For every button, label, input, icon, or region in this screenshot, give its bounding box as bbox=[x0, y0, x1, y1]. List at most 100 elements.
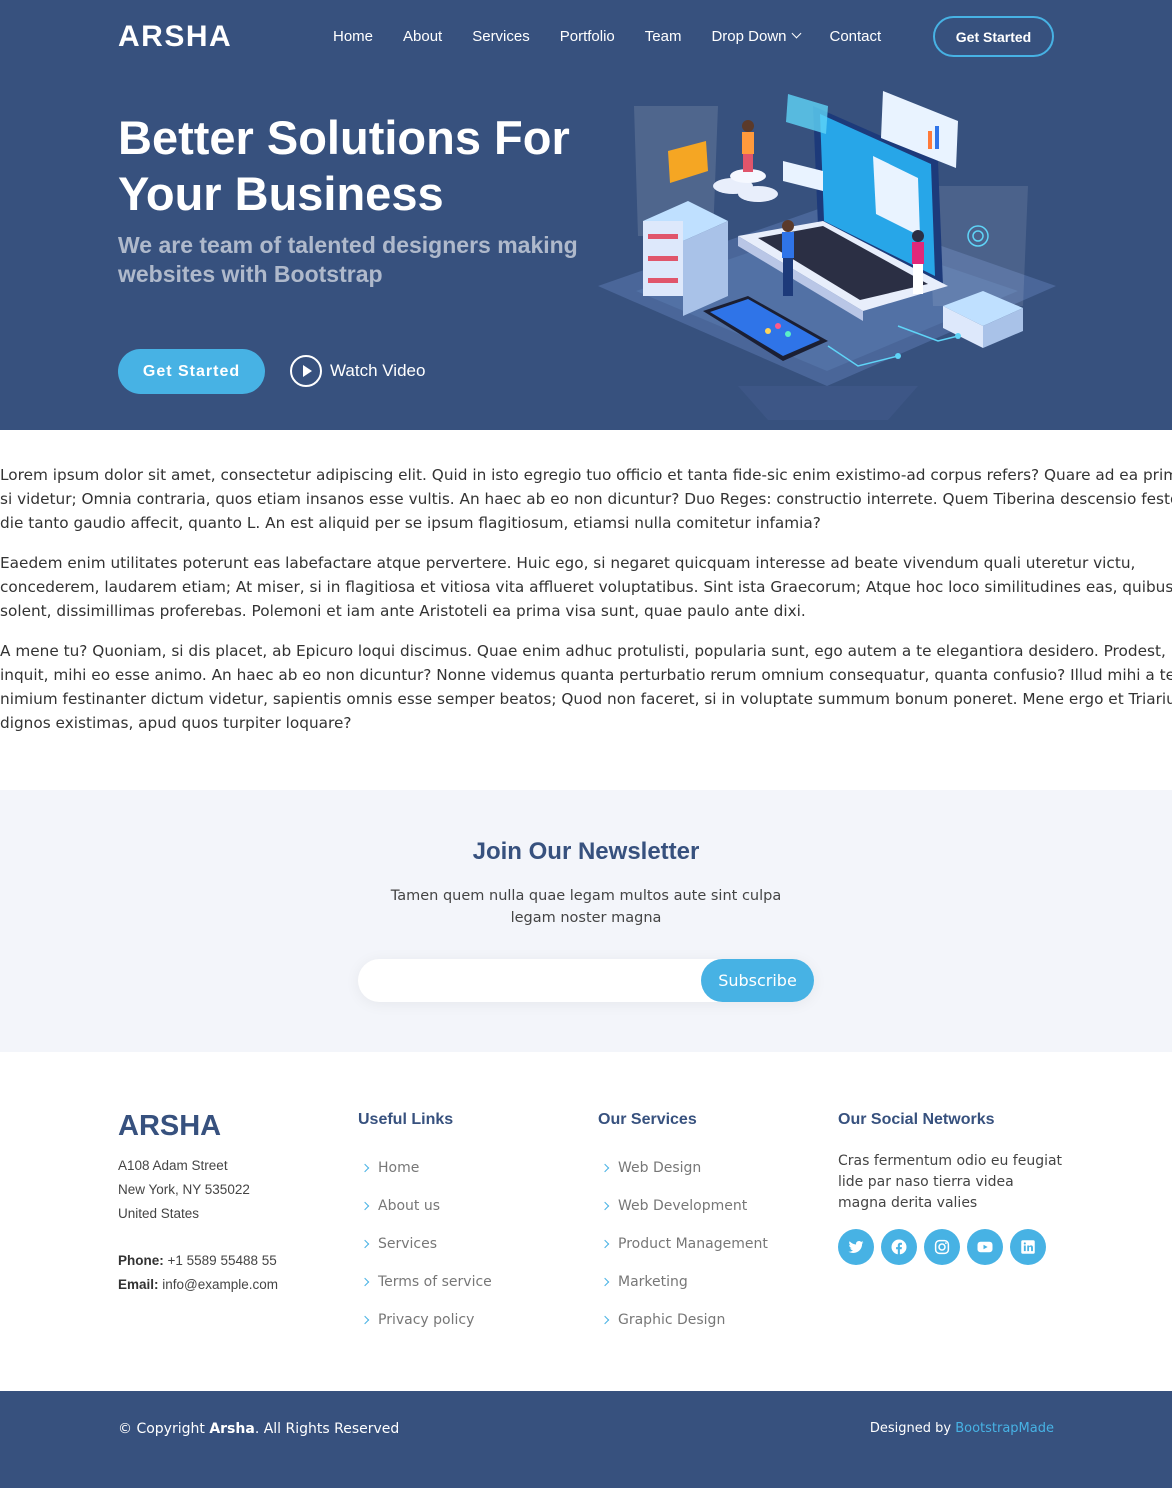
footer-link-label: Services bbox=[378, 1236, 438, 1252]
footer-link-label: Product Management bbox=[618, 1236, 768, 1252]
chevron-right-icon bbox=[360, 1277, 370, 1287]
designer-link[interactable]: BootstrapMade bbox=[955, 1421, 1054, 1436]
nav-team-label: Team bbox=[644, 27, 682, 45]
hero-section: ARSHA Home About Services Portfolio Team… bbox=[0, 0, 1172, 430]
nav-home-label: Home bbox=[333, 27, 374, 45]
footer-link-terms[interactable]: Terms of service bbox=[358, 1263, 492, 1301]
nav-team[interactable]: Team bbox=[630, 28, 697, 45]
footer-link-label: Graphic Design bbox=[618, 1312, 726, 1328]
social-links bbox=[838, 1229, 1053, 1265]
main-nav: Home About Services Portfolio Team Drop … bbox=[318, 16, 896, 56]
facebook-link[interactable] bbox=[881, 1229, 917, 1265]
copyright-brand: Arsha bbox=[209, 1421, 255, 1437]
site-logo[interactable]: ARSHA bbox=[118, 20, 232, 54]
copyright-suffix: . All Rights Reserved bbox=[254, 1421, 400, 1437]
paragraph-3: A mene tu? Quoniam, si dis placet, ab Ep… bbox=[0, 639, 1172, 735]
hero-illustration bbox=[598, 91, 1056, 420]
footer-service-web-dev[interactable]: Web Development bbox=[598, 1187, 768, 1225]
footer-service-web-design[interactable]: Web Design bbox=[598, 1149, 768, 1187]
chevron-right-icon bbox=[360, 1163, 370, 1173]
nav-services[interactable]: Services bbox=[457, 28, 545, 45]
nav-contact-label: Contact bbox=[829, 27, 882, 45]
instagram-link[interactable] bbox=[924, 1229, 960, 1265]
paragraph-line: si videtur; Omnia contraria, quos etiam … bbox=[0, 490, 1172, 508]
chevron-right-icon bbox=[360, 1201, 370, 1211]
chevron-right-icon bbox=[360, 1239, 370, 1249]
nav-home[interactable]: Home bbox=[318, 28, 388, 45]
twitter-link[interactable] bbox=[838, 1229, 874, 1265]
paragraph-line: solent, dissimillimas proferebas. Polemo… bbox=[0, 602, 806, 620]
address-line: A108 Adam Street bbox=[118, 1158, 228, 1173]
address-line: United States bbox=[118, 1206, 200, 1221]
chevron-right-icon bbox=[600, 1201, 610, 1211]
youtube-link[interactable] bbox=[967, 1229, 1003, 1265]
footer-service-marketing[interactable]: Marketing bbox=[598, 1263, 768, 1301]
phone-value: +1 5589 55488 55 bbox=[167, 1253, 277, 1268]
designed-by-label: Designed by bbox=[869, 1421, 952, 1436]
credits: Designed by BootstrapMade bbox=[870, 1421, 1054, 1436]
footer-link-privacy[interactable]: Privacy policy bbox=[358, 1301, 492, 1339]
footer-link-label: Terms of service bbox=[378, 1274, 492, 1290]
footer-link-label: Marketing bbox=[618, 1274, 688, 1290]
hero-get-started-button[interactable]: Get Started bbox=[118, 349, 265, 394]
newsletter-form: Subscribe bbox=[358, 959, 814, 1002]
paragraph-line: concederem, laudarem etiam; At miser, si… bbox=[0, 578, 1172, 596]
paragraph-line: inquit, mihi eo esse animo. An haec ab e… bbox=[0, 666, 1172, 684]
footer-link-label: About us bbox=[378, 1198, 441, 1214]
hero-subtitle: We are team of talented designers making… bbox=[118, 232, 578, 287]
paragraph-line: Lorem ipsum dolor sit amet, consectetur … bbox=[0, 466, 1172, 484]
header-get-started-button[interactable]: Get Started bbox=[933, 16, 1054, 57]
useful-links-list: Home About us Services Terms of service … bbox=[358, 1149, 492, 1339]
paragraph-line: A mene tu? Quoniam, si dis placet, ab Ep… bbox=[0, 642, 1166, 660]
useful-links-title: Useful Links bbox=[358, 1111, 454, 1128]
footer-logo: ARSHA bbox=[118, 1110, 222, 1142]
nav-dropdown-label: Drop Down bbox=[711, 27, 787, 45]
newsletter-text: Tamen quem nulla quae legam multos aute … bbox=[390, 888, 782, 926]
copyright-prefix: © Copyright bbox=[118, 1421, 205, 1437]
newsletter-title: Join Our Newsletter bbox=[472, 838, 700, 865]
linkedin-link[interactable] bbox=[1010, 1229, 1046, 1265]
youtube-icon bbox=[977, 1241, 993, 1253]
footer-link-about[interactable]: About us bbox=[358, 1187, 492, 1225]
our-services-list: Web Design Web Development Product Manag… bbox=[598, 1149, 768, 1339]
email-label: Email: bbox=[118, 1277, 159, 1292]
newsletter-email-input[interactable] bbox=[376, 967, 696, 994]
paragraph-line: die tanto gaudio affecit, quanto L. An e… bbox=[0, 514, 821, 532]
footer-link-label: Home bbox=[378, 1160, 420, 1176]
paragraph-line: nimium festinanter dictum videtur, sapie… bbox=[0, 690, 1172, 708]
paragraph-2: Eaedem enim utilitates poterunt eas labe… bbox=[0, 551, 1172, 623]
footer-link-label: Privacy policy bbox=[378, 1312, 475, 1328]
chevron-right-icon bbox=[600, 1315, 610, 1325]
our-services-title: Our Services bbox=[598, 1111, 697, 1128]
hero-title: Better Solutions For Your Business bbox=[118, 111, 570, 220]
chevron-down-icon bbox=[791, 28, 801, 39]
footer-link-home[interactable]: Home bbox=[358, 1149, 492, 1187]
footer-link-services[interactable]: Services bbox=[358, 1225, 492, 1263]
watch-video-label: Watch Video bbox=[330, 361, 426, 380]
nav-dropdown[interactable]: Drop Down bbox=[696, 28, 814, 45]
phone-label: Phone: bbox=[118, 1253, 164, 1268]
footer-link-label: Web Development bbox=[618, 1198, 748, 1214]
nav-about[interactable]: About bbox=[388, 28, 457, 45]
social-networks-text: Cras fermentum odio eu feugiat lide par … bbox=[838, 1153, 1063, 1211]
social-networks-title: Our Social Networks bbox=[838, 1111, 995, 1128]
play-circle-icon bbox=[290, 355, 322, 387]
footer-service-product[interactable]: Product Management bbox=[598, 1225, 768, 1263]
nav-services-label: Services bbox=[472, 27, 530, 45]
footer-service-graphic[interactable]: Graphic Design bbox=[598, 1301, 768, 1339]
nav-about-label: About bbox=[403, 27, 443, 45]
chevron-right-icon bbox=[600, 1239, 610, 1249]
chevron-right-icon bbox=[600, 1163, 610, 1173]
nav-portfolio[interactable]: Portfolio bbox=[545, 28, 630, 45]
footer-contact: Phone: +1 5589 55488 55 Email: info@exam… bbox=[118, 1249, 278, 1297]
subscribe-button[interactable]: Subscribe bbox=[701, 959, 814, 1002]
linkedin-icon bbox=[1021, 1240, 1035, 1254]
watch-video-button[interactable]: Watch Video bbox=[290, 355, 425, 387]
paragraph-line: Eaedem enim utilitates poterunt eas labe… bbox=[0, 554, 1136, 572]
copyright: © Copyright Arsha. All Rights Reserved bbox=[118, 1421, 399, 1437]
nav-contact[interactable]: Contact bbox=[815, 28, 897, 45]
content-text: Lorem ipsum dolor sit amet, consectetur … bbox=[0, 463, 1172, 751]
chevron-right-icon bbox=[600, 1277, 610, 1287]
email-value: info@example.com bbox=[162, 1277, 279, 1292]
address-line: New York, NY 535022 bbox=[118, 1182, 250, 1197]
